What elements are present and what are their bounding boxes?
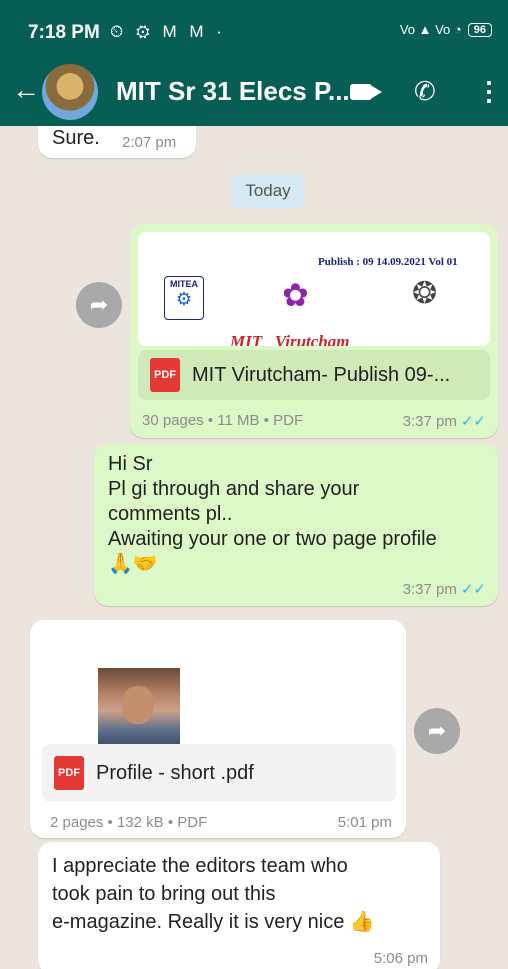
document-row[interactable]: PDF MIT Virutcham- Publish 09-... [138, 350, 490, 400]
message-incoming-document[interactable]: PDF Profile - short .pdf 2 pages • 132 k… [30, 620, 406, 838]
document-name: Profile - short .pdf [96, 761, 254, 784]
message-line: Pl gi through and share your [108, 478, 360, 500]
document-row[interactable]: PDF Profile - short .pdf [42, 744, 396, 802]
status-right-icons: Vo ▲ Vo ◔ 96 [400, 22, 492, 37]
message-incoming[interactable]: Sure. 2:07 pm [38, 126, 196, 158]
video-call-icon[interactable] [350, 84, 382, 100]
preview-header-text: Publish : 09 14.09.2021 Vol 01 [318, 256, 458, 268]
message-line: took pain to bring out this [52, 883, 276, 905]
forward-icon[interactable]: ➦ [76, 282, 122, 328]
read-ticks-icon: ✓✓ [460, 413, 486, 430]
date-chip-label: Today [245, 181, 291, 200]
status-time: 7:18 PM [28, 22, 100, 43]
message-outgoing-document[interactable]: Publish : 09 14.09.2021 Vol 01 MITEA ⚙ ✿… [130, 224, 498, 438]
message-line: I appreciate the editors team who [52, 855, 348, 877]
more-options-icon[interactable]: ⋮ [476, 76, 502, 107]
status-notification-icons: ⏲ ⚙ M M · [110, 22, 226, 41]
chat-title[interactable]: MIT Sr 31 Elecs P... [116, 76, 350, 107]
status-bar: 7:18 PM ⏲ ⚙ M M · Vo ▲ Vo ◔ 96 [0, 0, 508, 58]
seal-icon: ❂ [412, 277, 438, 310]
document-meta: 30 pages • 11 MB • PDF [142, 412, 304, 429]
back-arrow-icon[interactable]: ← [12, 74, 40, 106]
logo-label: MITEA [170, 279, 198, 289]
chat-area[interactable]: Sure. 2:07 pm Today ➦ Publish : 09 14.09… [0, 126, 508, 969]
message-line: comments pl.. [108, 503, 233, 525]
phone-call-icon[interactable]: ✆ [414, 76, 436, 107]
mitea-logo: MITEA ⚙ [164, 276, 204, 320]
read-ticks-icon: ✓✓ [460, 581, 486, 598]
document-name: MIT Virutcham- Publish 09-... [192, 363, 451, 386]
signal-icons: Vo ▲ Vo ◔ [399, 22, 462, 37]
message-time-label: 3:37 pm [402, 581, 457, 598]
preview-masthead-text: MIT Virutcham [230, 332, 350, 346]
battery-icon: 96 [467, 22, 492, 37]
message-text: Hi Sr Pl gi through and share your comme… [108, 452, 437, 577]
message-line: Awaiting your one or two page profile [108, 528, 437, 550]
pdf-icon: PDF [54, 756, 84, 790]
message-outgoing[interactable]: Hi Sr Pl gi through and share your comme… [94, 444, 498, 606]
pdf-icon: PDF [150, 358, 180, 392]
photo-face [122, 686, 154, 724]
profile-photo[interactable] [98, 668, 180, 746]
gear-icon: ⚙ [175, 289, 193, 309]
message-text: I appreciate the editors team who took p… [52, 852, 375, 936]
message-time: 5:06 pm [373, 950, 428, 967]
forward-icon[interactable]: ➦ [414, 708, 460, 754]
message-time: 3:37 pm ✓✓ [403, 412, 486, 430]
message-text: Sure. [52, 127, 100, 149]
group-avatar[interactable] [42, 64, 98, 120]
chat-header: ← MIT Sr 31 Elecs P... ✆ ⋮ [0, 58, 508, 126]
emblem-icon: ✿ [282, 277, 309, 313]
message-time: 3:37 pm ✓✓ [403, 580, 486, 598]
message-line: Hi Sr [108, 453, 153, 475]
document-meta: 2 pages • 132 kB • PDF [50, 814, 208, 831]
document-preview[interactable]: Publish : 09 14.09.2021 Vol 01 MITEA ⚙ ✿… [138, 232, 490, 346]
message-time-label: 3:37 pm [402, 413, 457, 430]
message-time: 2:07 pm [122, 134, 177, 151]
emoji-pray-handshake: 🙏🤝 [108, 553, 158, 575]
message-time: 5:01 pm [337, 814, 392, 831]
message-line: e-magazine. Really it is very nice 👍 [52, 911, 375, 933]
message-incoming[interactable]: I appreciate the editors team who took p… [38, 842, 440, 969]
date-chip: Today [232, 174, 304, 208]
